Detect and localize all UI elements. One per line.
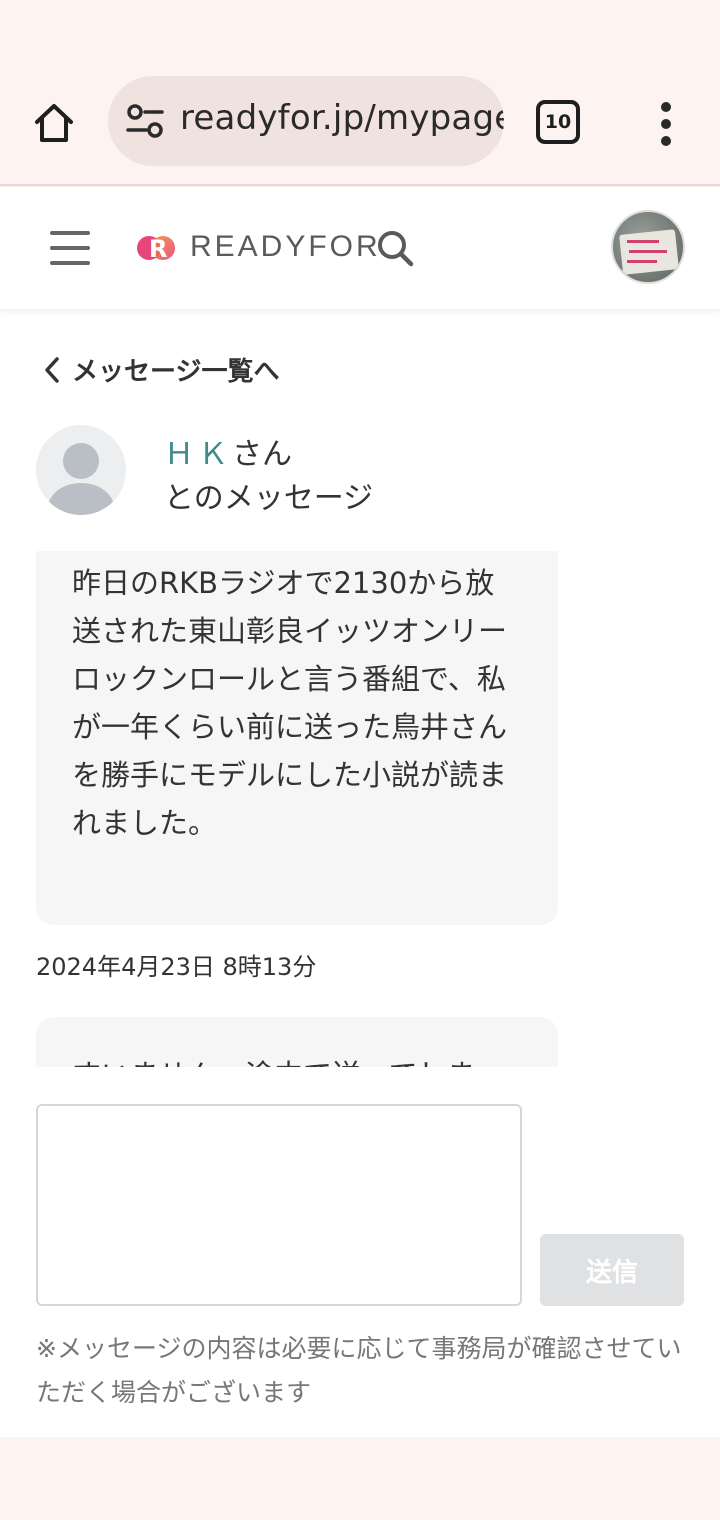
home-icon[interactable] xyxy=(28,98,80,148)
partner-name: ＨＫさん xyxy=(164,429,292,473)
back-to-message-list-link[interactable]: メッセージ一覧へ xyxy=(40,351,279,388)
partner-avatar xyxy=(36,425,126,515)
logo-text[interactable]: READYFOR xyxy=(190,230,381,264)
message-bubble: 昨日のRKBラジオで2130から放送された東山彰良イッツオンリーロックンロールと… xyxy=(36,551,558,925)
message-timestamp: 2024年4月23日 8時13分 xyxy=(36,953,317,981)
back-link-label[interactable]: メッセージ一覧へ xyxy=(72,351,279,388)
browser-toolbar: readyfor.jp/mypage 10 xyxy=(0,0,720,186)
message-thread[interactable]: 昨日のRKBラジオで2130から放送された東山彰良イッツオンリーロックンロールと… xyxy=(0,551,720,1067)
send-button[interactable]: 送信 xyxy=(540,1234,684,1306)
review-notice: ※メッセージの内容は必要に応じて事務局が確認させていただく場合がございます xyxy=(36,1334,682,1407)
site-header: R READYFOR xyxy=(0,187,720,309)
message-bubble: すいません、途中で送ってしま xyxy=(36,1017,558,1067)
more-options-icon[interactable] xyxy=(648,98,684,150)
chevron-left-icon xyxy=(45,356,59,383)
tab-switcher-button[interactable]: 10 xyxy=(536,100,580,144)
message-text: すいません、途中で送ってしま xyxy=(72,1051,522,1067)
url-text[interactable]: readyfor.jp/mypage xyxy=(180,98,504,138)
conversation-subtitle: とのメッセージ xyxy=(164,481,374,516)
hamburger-menu-icon[interactable] xyxy=(48,231,92,265)
partner-name-text: ＨＫ xyxy=(164,437,232,472)
message-input[interactable] xyxy=(36,1104,522,1306)
svg-text:R: R xyxy=(149,235,167,263)
search-icon[interactable] xyxy=(376,229,414,267)
page-content: R READYFOR メッセージ一覧へ ＨＫさん とのメッセージ 昨日のRKBラ… xyxy=(0,187,720,1437)
partner-name-suffix: さん xyxy=(232,437,292,472)
readyfor-logo-icon[interactable]: R xyxy=(136,231,178,265)
site-settings-icon[interactable] xyxy=(126,104,164,138)
message-text: 昨日のRKBラジオで2130から放送された東山彰良イッツオンリーロックンロールと… xyxy=(72,566,508,840)
address-bar[interactable]: readyfor.jp/mypage xyxy=(108,76,504,166)
user-avatar[interactable] xyxy=(611,210,685,284)
